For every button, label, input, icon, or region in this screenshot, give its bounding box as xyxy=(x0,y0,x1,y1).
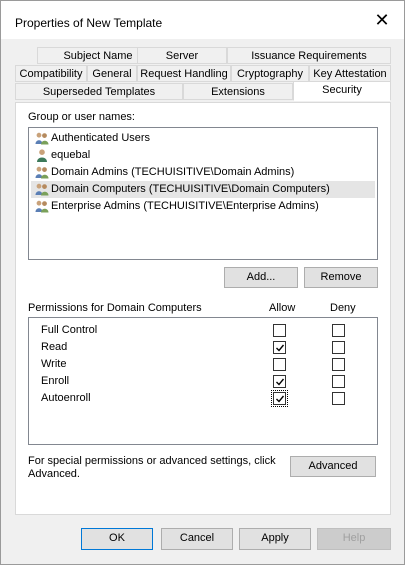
permission-name: Autoenroll xyxy=(41,392,91,404)
deny-checkbox[interactable] xyxy=(332,341,345,354)
allow-checkbox[interactable] xyxy=(273,324,286,337)
tab-superseded-templates[interactable]: Superseded Templates xyxy=(15,83,183,100)
permission-row: Write xyxy=(29,356,377,373)
user-list-item[interactable]: equebal xyxy=(31,147,375,164)
deny-header: Deny xyxy=(330,302,356,314)
tab-general[interactable]: General xyxy=(87,65,137,82)
title-bar: Properties of New Template ✕ xyxy=(1,1,404,39)
deny-checkbox[interactable] xyxy=(332,375,345,388)
tab-security[interactable]: Security xyxy=(293,81,391,101)
group-icon xyxy=(35,200,49,213)
tab-server[interactable]: Server xyxy=(137,47,227,64)
permission-name: Read xyxy=(41,341,68,353)
permission-row: Read xyxy=(29,339,377,356)
allow-checkbox[interactable] xyxy=(273,341,286,354)
deny-checkbox[interactable] xyxy=(332,358,345,371)
allow-checkbox[interactable] xyxy=(273,358,286,371)
ok-button[interactable]: OK xyxy=(81,528,153,550)
security-panel: Group or user names: Authenticated Users… xyxy=(15,102,391,515)
permissions-label: Permissions for Domain Computers xyxy=(28,302,202,314)
user-list[interactable]: Authenticated Users equebal Domain Admins … xyxy=(28,127,378,260)
tab-issuance-requirements[interactable]: Issuance Requirements xyxy=(227,47,391,64)
permission-name: Full Control xyxy=(41,324,98,336)
permission-list: Full Control Read Write Enroll Autoenroll xyxy=(28,317,378,445)
group-icon xyxy=(35,166,49,179)
advanced-help-text: For special permissions or advanced sett… xyxy=(28,455,276,480)
apply-button[interactable]: Apply xyxy=(239,528,311,550)
properties-dialog: Properties of New Template ✕ Subject Nam… xyxy=(0,0,405,565)
tab-key-attestation[interactable]: Key Attestation xyxy=(309,65,391,82)
permission-row: Full Control xyxy=(29,322,377,339)
cancel-button[interactable]: Cancel xyxy=(161,528,233,550)
remove-button[interactable]: Remove xyxy=(304,267,378,288)
user-list-item[interactable]: Enterprise Admins (TECHUISITIVE\Enterpri… xyxy=(31,198,375,215)
allow-header: Allow xyxy=(269,302,296,314)
user-name: Enterprise Admins (TECHUISITIVE\Enterpri… xyxy=(51,200,319,212)
help-button[interactable]: Help xyxy=(317,528,391,550)
allow-checkbox[interactable] xyxy=(273,375,286,388)
user-list-item[interactable]: Domain Computers (TECHUISITIVE\Domain Co… xyxy=(31,181,375,198)
permission-name: Enroll xyxy=(41,375,70,387)
permission-name: Write xyxy=(41,358,67,370)
tab-extensions[interactable]: Extensions xyxy=(183,83,293,100)
user-icon xyxy=(35,149,49,162)
group-icon xyxy=(35,183,49,196)
permission-row: Autoenroll xyxy=(29,390,377,407)
close-icon[interactable]: ✕ xyxy=(372,10,392,30)
user-name: Domain Admins (TECHUISITIVE\Domain Admin… xyxy=(51,166,295,178)
tab-cryptography[interactable]: Cryptography xyxy=(231,65,309,82)
window-title: Properties of New Template xyxy=(15,16,163,30)
permission-row: Enroll xyxy=(29,373,377,390)
user-list-item[interactable]: Domain Admins (TECHUISITIVE\Domain Admin… xyxy=(31,164,375,181)
deny-checkbox[interactable] xyxy=(332,392,345,405)
user-list-item[interactable]: Authenticated Users xyxy=(31,130,375,147)
add-button[interactable]: Add... xyxy=(224,267,298,288)
user-name: Authenticated Users xyxy=(51,132,151,144)
tab-request-handling[interactable]: Request Handling xyxy=(137,65,231,82)
tab-compatibility[interactable]: Compatibility xyxy=(15,65,87,82)
tab-strip: Subject Name Server Issuance Requirement… xyxy=(15,47,391,103)
user-name: Domain Computers (TECHUISITIVE\Domain Co… xyxy=(51,183,330,195)
deny-checkbox[interactable] xyxy=(332,324,345,337)
group-icon xyxy=(35,132,49,145)
group-users-label: Group or user names: xyxy=(28,111,135,123)
allow-checkbox[interactable] xyxy=(271,390,288,407)
user-name: equebal xyxy=(51,149,91,161)
advanced-button[interactable]: Advanced xyxy=(290,456,376,477)
